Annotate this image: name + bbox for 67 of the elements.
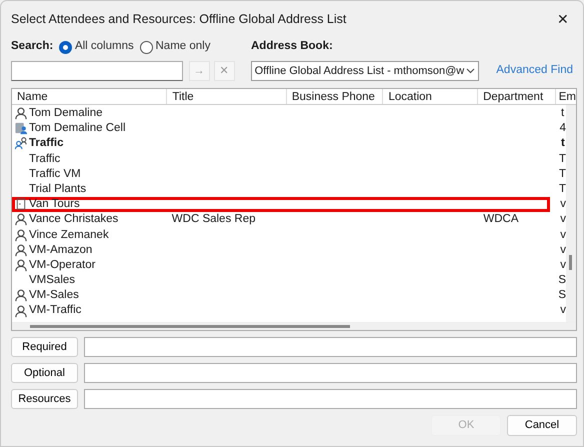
radio-button[interactable] [58,40,72,54]
name-cell[interactable]: Vance Christakes [12,212,168,228]
group-icon [14,137,28,150]
search-label: Search: [11,39,54,54]
name-cell[interactable]: VM-Amazon [12,242,168,258]
advanced-find-link[interactable]: Advanced Find [496,62,573,80]
title-cell-text: WDC Sales Rep [170,212,256,228]
email-cell: T [558,166,566,182]
email-cell-text: v [560,228,566,242]
email-cell: S [558,273,566,288]
email-cell-text: t [561,106,564,121]
person-icon [14,258,28,272]
email-cell: T [558,152,566,167]
recipient-button[interactable]: Required [11,337,78,357]
name-cell[interactable]: Traffic [12,152,168,167]
name-cell[interactable]: Traffic [12,136,168,152]
email-cell-text: v [560,258,566,273]
column-header[interactable]: Title [167,89,287,104]
vertical-scrollbar[interactable] [566,105,576,322]
name-cell[interactable]: VMSales [12,273,168,288]
column-header[interactable]: Department [478,89,556,104]
person-icon [14,107,28,120]
email-cell: v [560,212,566,228]
name-cell[interactable]: VM-Sales [12,288,168,304]
close-button[interactable]: ✕ [553,8,573,30]
column-header[interactable]: Name [12,89,168,104]
recipient-field[interactable] [84,363,577,383]
search-field[interactable] [11,61,183,81]
email-cell: v [560,197,566,212]
address-book-label: Address Book: [251,39,333,54]
email-cell-text: t [561,136,565,152]
name-cell[interactable]: VM-Operator [12,258,168,274]
person-icon [14,244,28,257]
door-icon [14,198,28,212]
department-cell-text: WDCA [482,212,520,228]
column-header[interactable]: Location [383,89,478,104]
radio-option[interactable]: Name only [140,38,210,56]
email-cell-text: v [560,303,566,318]
radio-button[interactable] [140,40,152,54]
column-header[interactable]: Em [556,89,576,104]
email-cell-text: T [558,182,566,197]
email-cell: 4 [560,121,566,136]
email-cell: S [558,288,566,304]
column-header[interactable]: Business Phone [286,89,384,104]
recipient-field[interactable] [84,389,577,409]
dialog-button[interactable]: Cancel [507,415,577,436]
recipient-button[interactable]: Optional [11,363,78,383]
person-icon [14,213,28,226]
horizontal-scrollbar[interactable] [12,322,576,330]
address-book-dropdown[interactable]: Offline Global Address List - mthomson@w [250,61,480,81]
name-cell[interactable]: Vince Zemanek [12,228,168,243]
name-cell[interactable]: Trial Plants [12,182,168,198]
name-cell[interactable]: VM-Traffic [12,303,168,319]
name-cell[interactable]: Tom Demaline Cell [12,121,168,136]
recipient-button[interactable]: Resources [11,389,78,409]
name-cell[interactable]: Traffic VM [12,166,168,182]
person-icon [14,304,28,318]
contact-book-icon [14,122,28,136]
recipient-field[interactable] [84,337,577,357]
name-cell[interactable]: Van Tours [12,197,168,212]
person-icon [14,228,28,242]
radio-option[interactable]: All columns [58,38,134,56]
window-title: Select Attendees and Resources: Offline Global Address List [11,10,346,28]
chevron-down-icon [466,68,476,74]
name-cell[interactable]: Tom Demaline [12,106,168,122]
email-cell: v [560,242,566,258]
person-icon [14,289,28,302]
